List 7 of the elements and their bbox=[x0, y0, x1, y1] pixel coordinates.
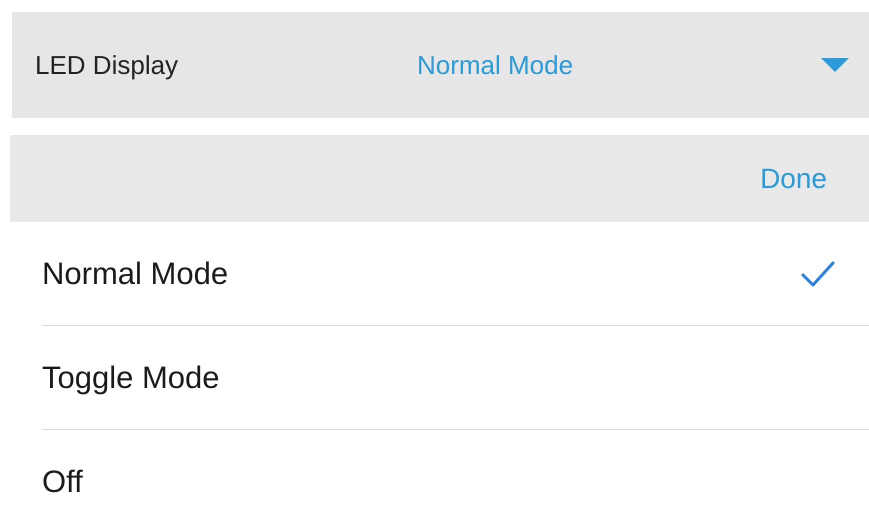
picker-field[interactable]: LED Display Normal Mode bbox=[12, 12, 869, 118]
option-row[interactable]: Off bbox=[42, 430, 869, 525]
option-row[interactable]: Normal Mode bbox=[42, 222, 869, 326]
option-row[interactable]: Toggle Mode bbox=[42, 326, 869, 430]
dropdown-icon[interactable] bbox=[821, 58, 849, 72]
field-value: Normal Mode bbox=[417, 50, 574, 80]
field-label: LED Display bbox=[35, 50, 180, 80]
